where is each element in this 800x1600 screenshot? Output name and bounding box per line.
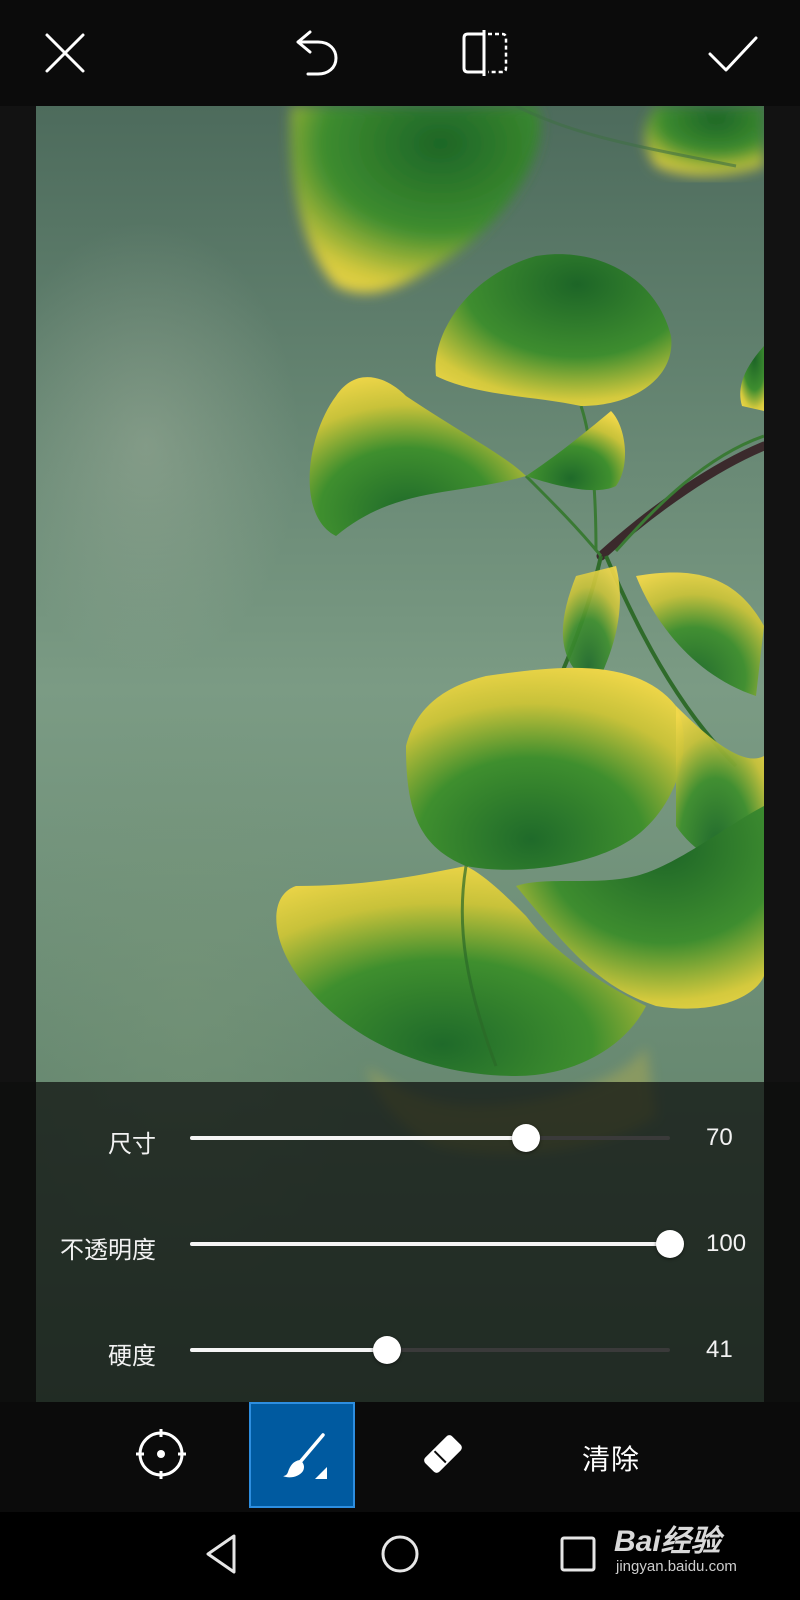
- brush-settings-panel: 尺寸 70 不透明度 100 硬度 41: [0, 1082, 800, 1402]
- opacity-slider-fill: [190, 1242, 670, 1246]
- size-slider-fill: [190, 1136, 526, 1140]
- hardness-slider-row: 硬度 41: [0, 1320, 800, 1380]
- target-tool-button[interactable]: [108, 1402, 214, 1508]
- opacity-slider-thumb[interactable]: [656, 1230, 684, 1258]
- watermark-brand: Bai经验: [614, 1525, 721, 1558]
- opacity-slider-row: 不透明度 100: [0, 1214, 800, 1274]
- top-toolbar: [0, 0, 800, 106]
- brush-tool-button[interactable]: [249, 1402, 355, 1508]
- undo-icon[interactable]: [290, 28, 340, 78]
- size-value: 70: [706, 1124, 733, 1151]
- back-triangle-icon[interactable]: [198, 1530, 246, 1578]
- opacity-value: 100: [706, 1230, 747, 1257]
- hardness-slider-thumb[interactable]: [372, 1336, 401, 1364]
- eraser-tool-button[interactable]: [390, 1402, 496, 1508]
- size-slider-thumb[interactable]: [512, 1124, 540, 1152]
- home-circle-icon[interactable]: [376, 1530, 424, 1578]
- opacity-label: 不透明度: [60, 1237, 156, 1264]
- opacity-slider[interactable]: [190, 1230, 684, 1258]
- watermark-url: jingyan.baidu.com: [616, 1558, 737, 1575]
- baidu-jingyan-watermark: Bai经验 jingyan.baidu.com: [612, 1508, 762, 1588]
- hardness-slider-fill: [190, 1348, 387, 1352]
- hardness-label: 硬度: [108, 1343, 156, 1370]
- size-label: 尺寸: [108, 1131, 156, 1158]
- clear-button[interactable]: 清除: [582, 1438, 640, 1478]
- brush-icon: [283, 1433, 327, 1479]
- size-slider-row: 尺寸 70: [0, 1108, 800, 1168]
- compare-icon[interactable]: [460, 28, 510, 78]
- hardness-slider[interactable]: [190, 1336, 670, 1364]
- close-icon[interactable]: [40, 28, 90, 78]
- eraser-icon: [424, 1435, 462, 1473]
- hardness-value: 41: [706, 1336, 733, 1363]
- size-slider[interactable]: [190, 1124, 670, 1152]
- target-icon: [136, 1429, 186, 1479]
- check-icon[interactable]: [708, 28, 758, 78]
- recents-square-icon[interactable]: [554, 1530, 602, 1578]
- tool-bar: 清除: [0, 1402, 800, 1512]
